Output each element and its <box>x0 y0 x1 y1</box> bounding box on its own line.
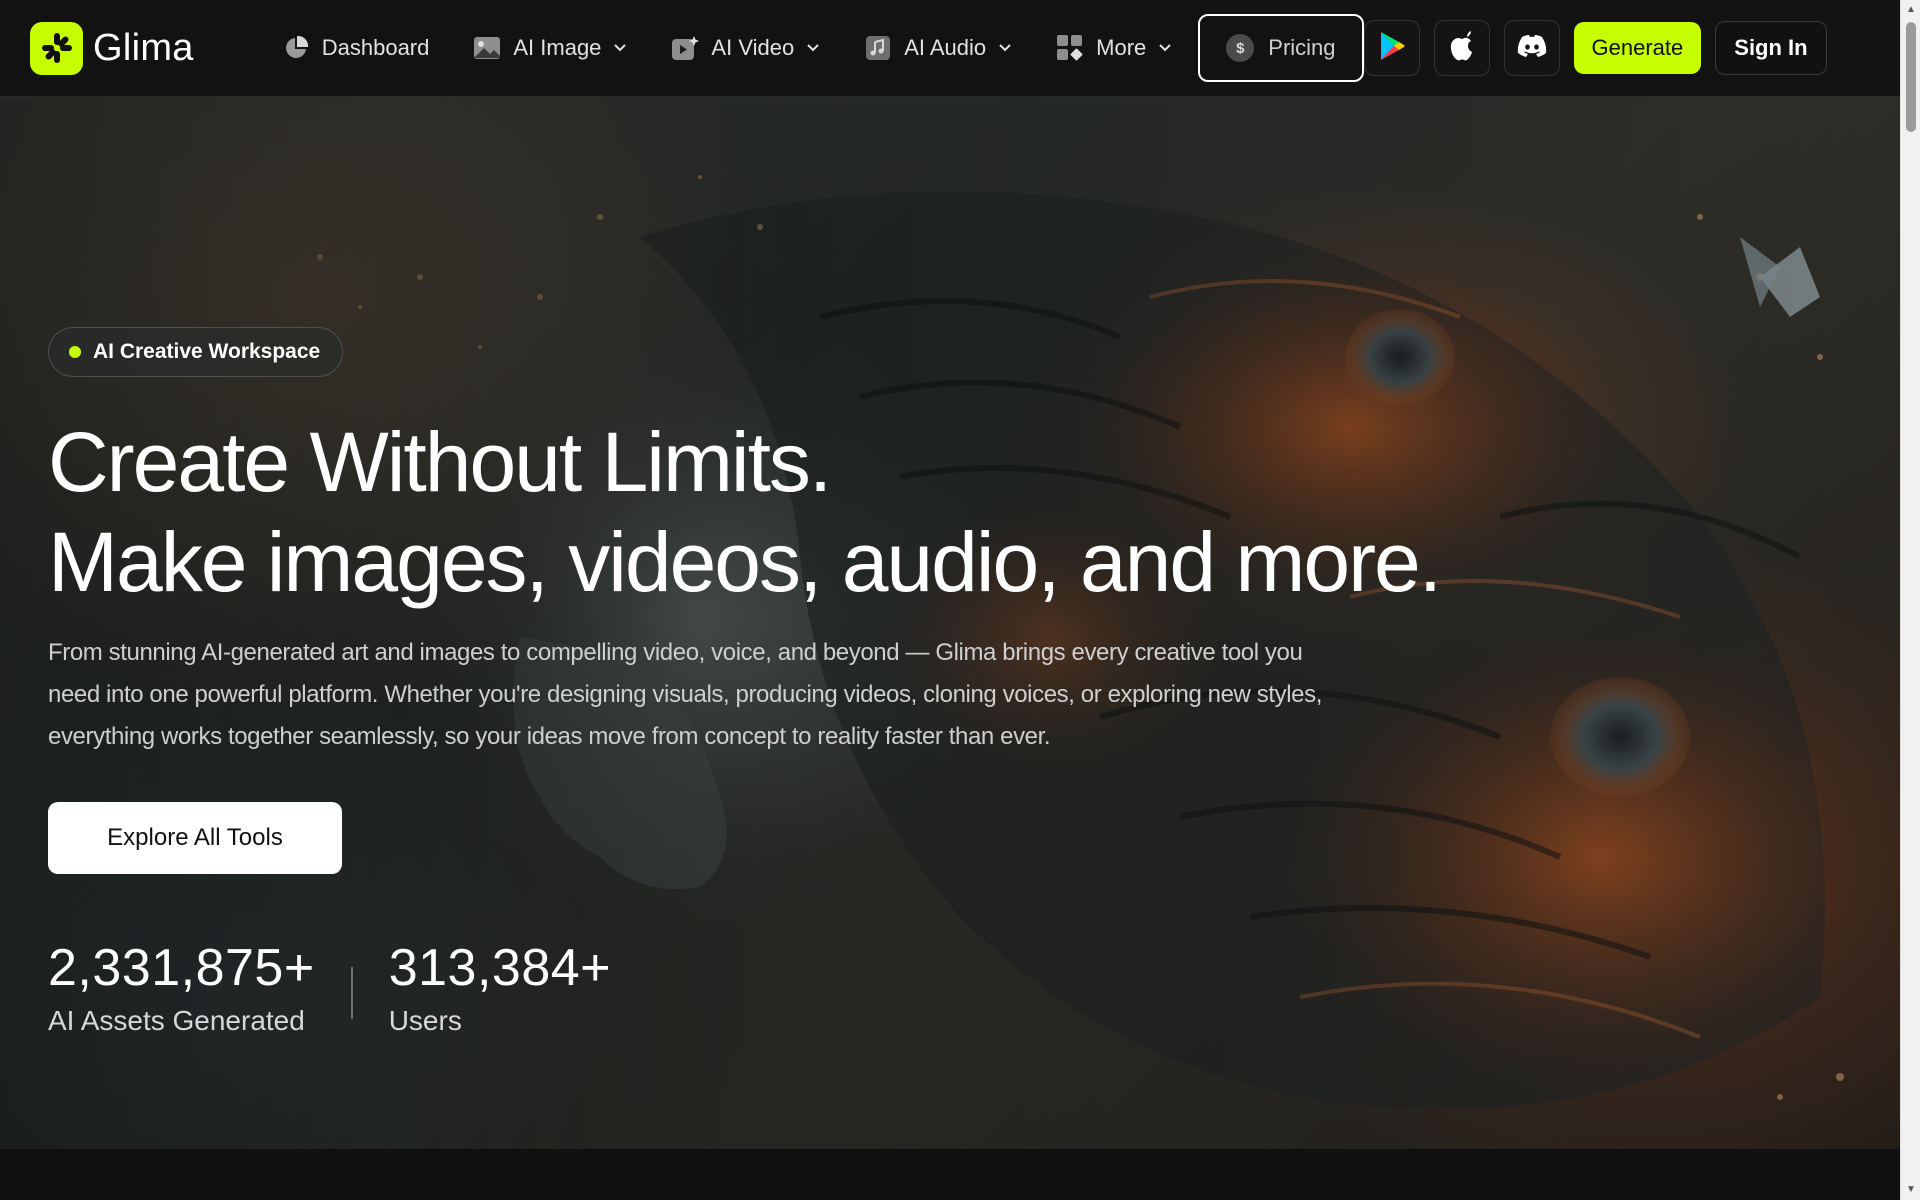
glima-logo-icon <box>30 21 83 75</box>
apple-icon <box>1449 30 1475 66</box>
discord-button[interactable] <box>1503 20 1560 76</box>
badge-label: AI Creative Workspace <box>93 340 321 363</box>
apple-app-button[interactable] <box>1433 20 1490 76</box>
stat-divider <box>350 967 353 1019</box>
brand-logo[interactable]: Glima <box>30 21 194 75</box>
grid-icon <box>1056 34 1084 62</box>
next-section <box>0 1149 1900 1200</box>
hero-description: From stunning AI-generated art and image… <box>48 639 1322 750</box>
hero-headline: Create Without Limits. Make images, vide… <box>48 412 1442 612</box>
nav-item-label: Dashboard <box>321 35 430 60</box>
chevron-down-icon <box>1158 41 1172 55</box>
main-nav: Dashboard AI Image AI Video AI Audio Mor… <box>260 14 1880 82</box>
scroll-up-icon[interactable]: ▲ <box>1905 4 1917 16</box>
image-icon <box>473 34 501 62</box>
nav-item-label: More <box>1096 35 1147 60</box>
headline-line-1: Create Without Limits. <box>48 415 832 509</box>
stat-assets-generated: 2,331,875+ AI Assets Generated <box>48 937 315 1037</box>
status-dot-icon <box>69 346 81 358</box>
sign-in-button[interactable]: Sign In <box>1715 21 1827 75</box>
nav-item-dashboard[interactable]: Dashboard <box>260 24 452 72</box>
nav-item-ai-video[interactable]: AI Video <box>649 24 842 72</box>
chevron-down-icon <box>998 41 1012 55</box>
page-scrollbar[interactable]: ▲ ▼ <box>1900 0 1920 1200</box>
google-play-button[interactable] <box>1363 20 1420 76</box>
nav-item-more[interactable]: More <box>1034 24 1194 72</box>
generate-button[interactable]: Generate <box>1573 22 1702 74</box>
nav-item-ai-audio[interactable]: AI Audio <box>842 24 1034 72</box>
scrollbar-thumb[interactable] <box>1906 22 1916 132</box>
nav-item-label: AI Audio <box>904 35 987 60</box>
stat-label: Users <box>388 1005 462 1036</box>
stat-value: 313,384+ <box>388 939 612 997</box>
pie-chart-icon <box>282 34 310 62</box>
chevron-down-icon <box>613 41 627 55</box>
discord-icon <box>1517 34 1547 63</box>
pricing-button[interactable]: $ Pricing <box>1198 14 1364 82</box>
hero-badge: AI Creative Workspace <box>48 327 344 377</box>
hero-stats: 2,331,875+ AI Assets Generated 313,384+ … <box>48 937 611 1037</box>
pricing-label: Pricing <box>1268 35 1336 60</box>
video-icon <box>671 34 700 62</box>
chevron-down-icon <box>806 41 820 55</box>
stat-label: AI Assets Generated <box>48 1005 305 1036</box>
top-navbar: Glima Dashboard AI Image AI Video AI Aud… <box>0 0 1900 97</box>
headline-line-2: Make images, videos, audio, and more. <box>48 515 1442 609</box>
explore-all-tools-button[interactable]: Explore All Tools <box>48 802 342 874</box>
dollar-coin-icon: $ <box>1226 34 1255 62</box>
nav-item-ai-image[interactable]: AI Image <box>451 24 649 72</box>
stat-users: 313,384+ Users <box>389 937 611 1037</box>
scroll-down-icon[interactable]: ▼ <box>1905 1184 1917 1196</box>
hero-section: AI Creative Workspace Create Without Lim… <box>0 97 1900 1149</box>
nav-item-label: AI Image <box>513 35 602 60</box>
music-icon <box>864 34 892 62</box>
brand-name: Glima <box>93 26 194 69</box>
google-play-icon <box>1379 31 1405 66</box>
stat-value: 2,331,875+ <box>48 939 315 997</box>
nav-item-label: AI Video <box>711 35 795 60</box>
page: Glima Dashboard AI Image AI Video AI Aud… <box>0 0 1920 1200</box>
